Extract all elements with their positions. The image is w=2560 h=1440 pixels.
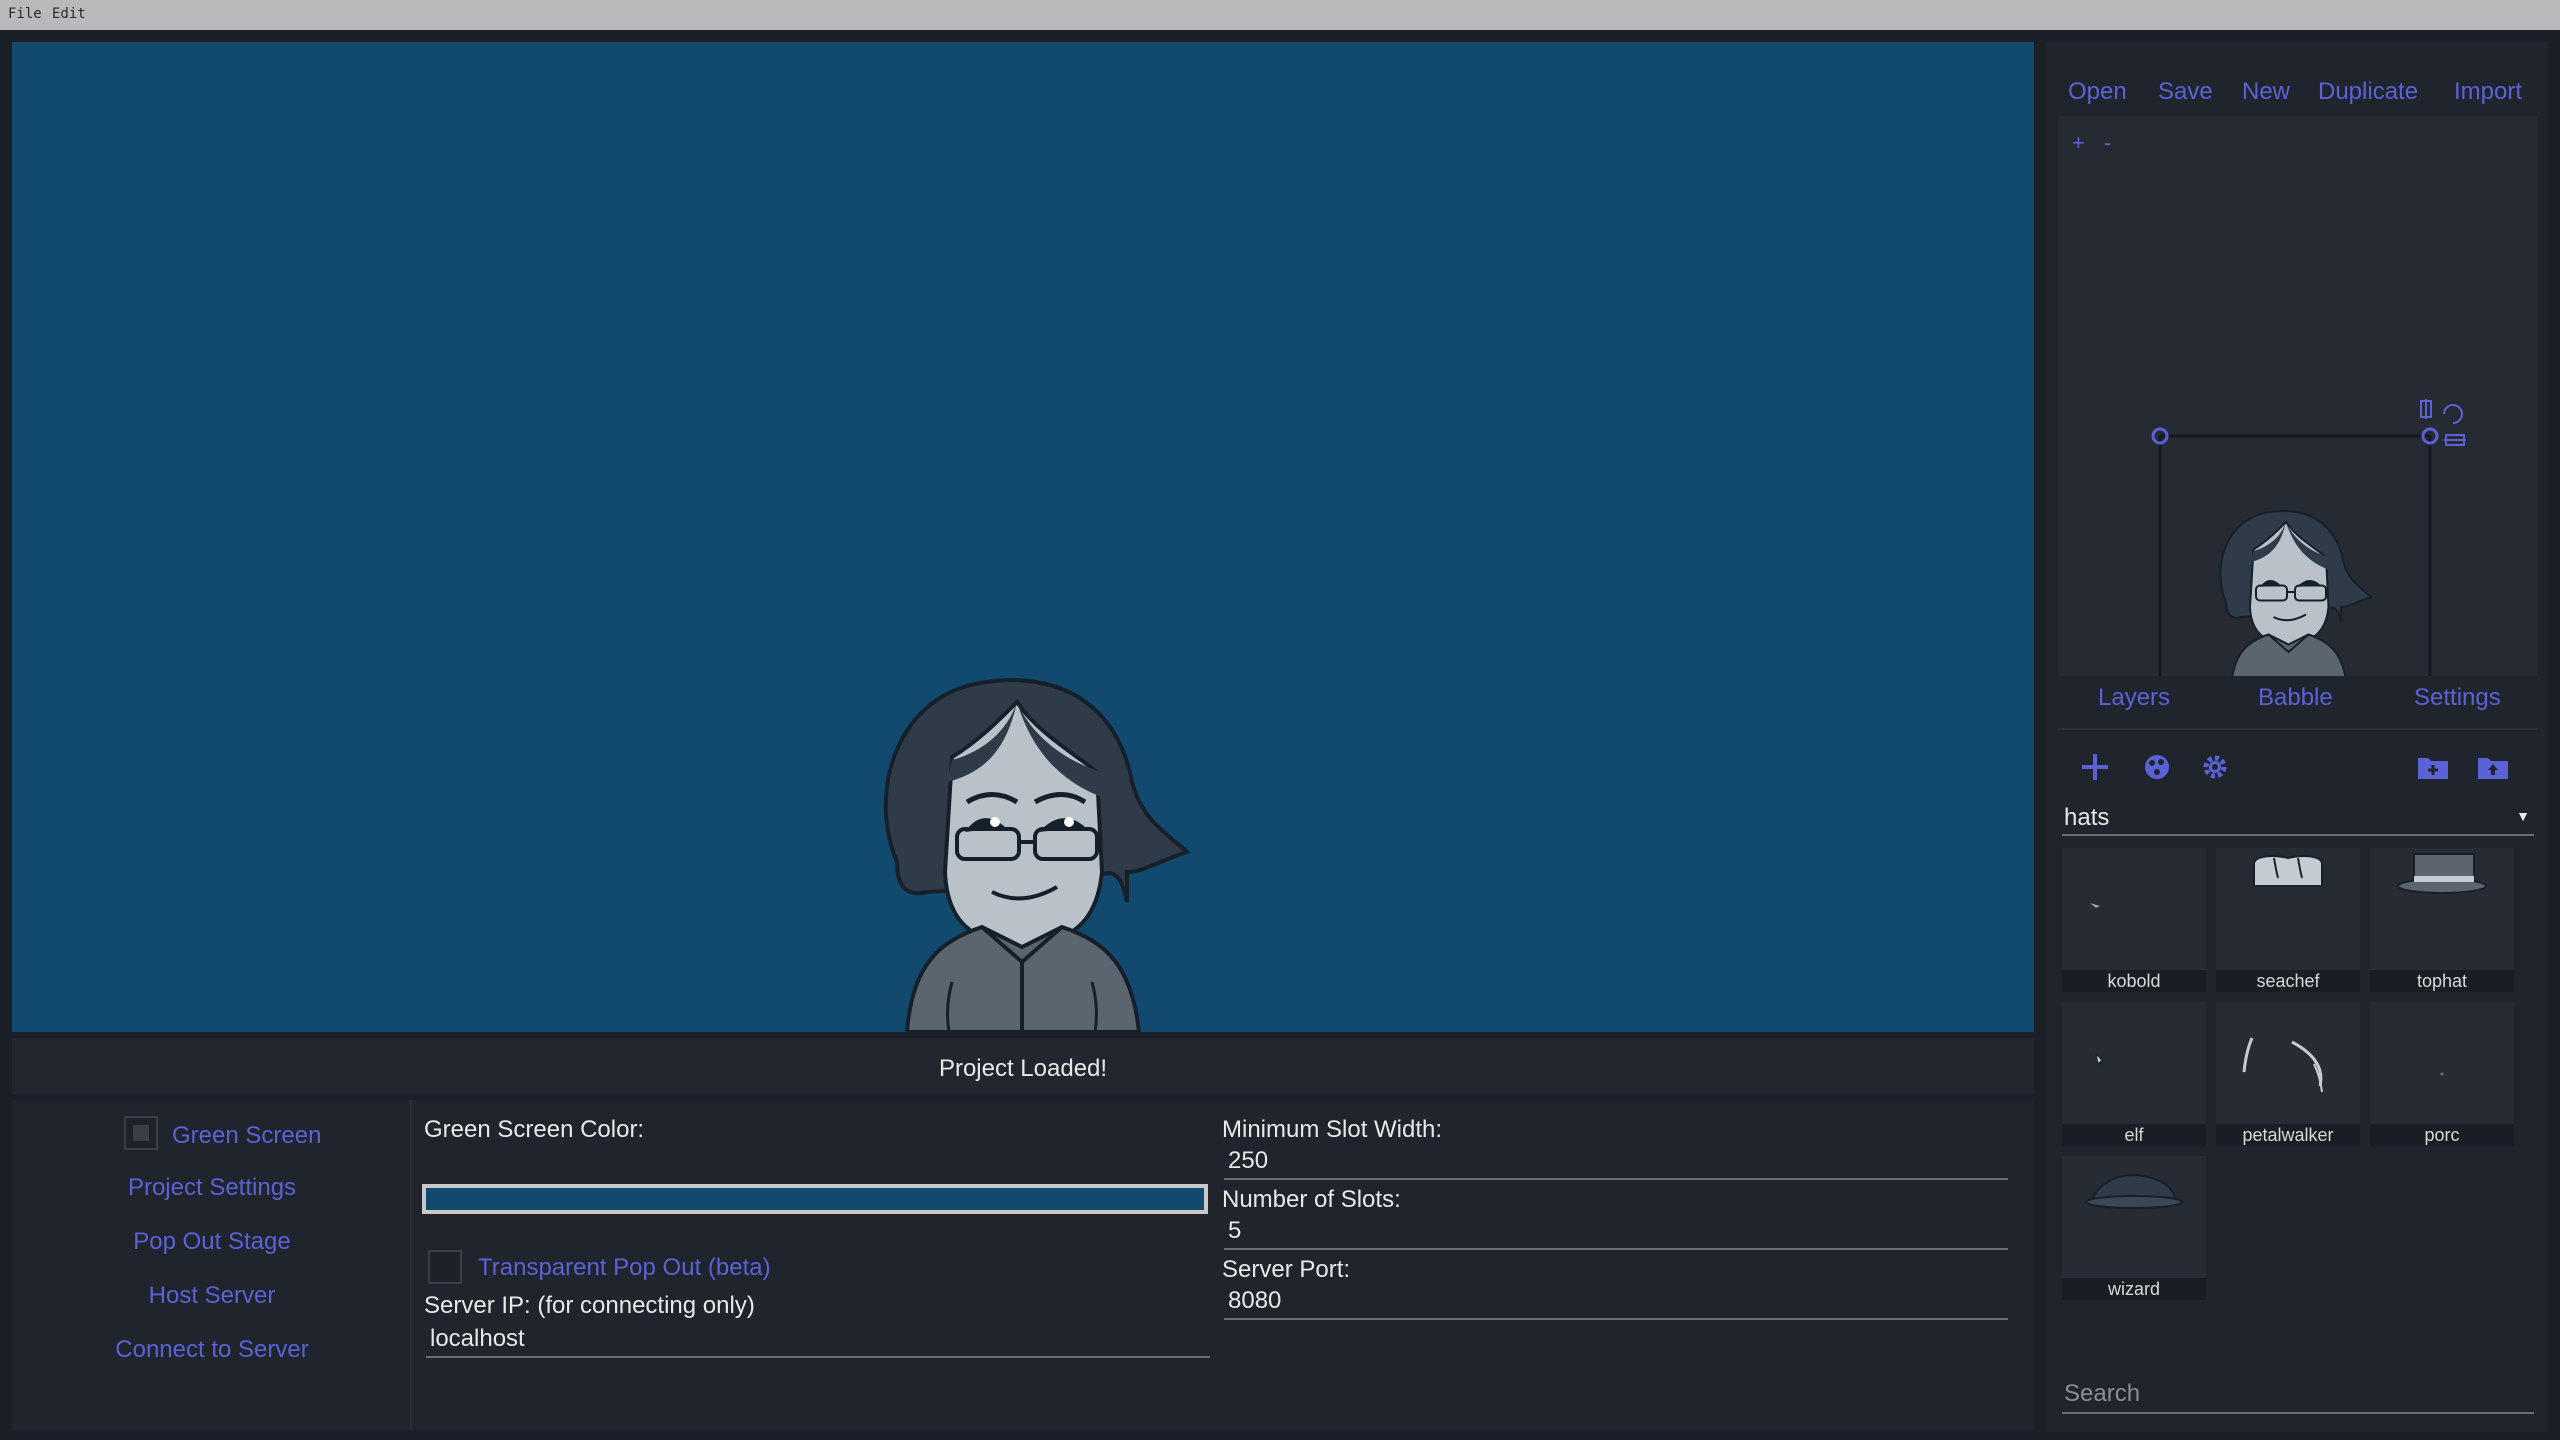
host-server-button[interactable]: Host Server [12, 1282, 412, 1310]
green-screen-color-label: Green Screen Color: [424, 1116, 645, 1143]
project-settings-button[interactable]: Project Settings [12, 1174, 412, 1202]
stage-canvas[interactable] [12, 42, 2034, 1032]
upload-folder-icon[interactable] [2476, 752, 2510, 782]
antenna-icon [2242, 1037, 2323, 1093]
asset-thumb-petalwalker[interactable]: petalwalker [2216, 1002, 2360, 1146]
wizard-hat-icon [2085, 1174, 2183, 1209]
rotate-icon [2443, 404, 2463, 424]
tab-babble[interactable]: Babble [2258, 684, 2333, 712]
import-button[interactable]: Import [2454, 78, 2522, 106]
asset-label: porc [2370, 1124, 2514, 1146]
category-value: hats [2064, 804, 2110, 831]
server-port-input[interactable]: 8080 [1224, 1284, 2008, 1320]
green-screen-toggle[interactable]: Green Screen [172, 1122, 321, 1150]
gear-icon[interactable] [2200, 752, 2230, 782]
app-window: Project Loaded! Green Screen Project Set… [0, 30, 2560, 1440]
transparent-pop-out-checkbox[interactable] [428, 1250, 462, 1284]
top-hat-icon [2397, 853, 2487, 894]
server-ip-label: Server IP: (for connecting only) [424, 1292, 755, 1319]
asset-thumb-tophat[interactable]: tophat [2370, 848, 2514, 992]
search-placeholder: Search [2064, 1380, 2141, 1407]
menu-edit[interactable]: Edit [52, 6, 86, 22]
preview-avatar [2219, 510, 2373, 676]
avatar-character [883, 678, 1191, 1032]
tab-divider [2058, 728, 2538, 730]
open-button[interactable]: Open [2068, 78, 2127, 106]
pop-out-stage-button[interactable]: Pop Out Stage [12, 1228, 412, 1256]
transparent-pop-out-label[interactable]: Transparent Pop Out (beta) [478, 1254, 771, 1282]
add-layer-icon[interactable] [2078, 750, 2112, 784]
porc-icon [2440, 1072, 2444, 1076]
tab-layers[interactable]: Layers [2098, 684, 2170, 712]
menu-bar: File Edit [0, 0, 2560, 30]
asset-label: wizard [2062, 1278, 2206, 1300]
green-screen-color-picker[interactable] [422, 1184, 1208, 1214]
server-port-label: Server Port: [1222, 1256, 1351, 1283]
number-of-slots-label: Number of Slots: [1222, 1186, 1401, 1213]
min-slot-width-label: Minimum Slot Width: [1222, 1116, 1443, 1143]
chevron-down-icon: ▼ [2516, 808, 2530, 824]
server-ip-input[interactable]: localhost [426, 1322, 1210, 1358]
connect-to-server-button[interactable]: Connect to Server [12, 1336, 412, 1364]
asset-label: petalwalker [2216, 1124, 2360, 1146]
stage-options-menu: Green Screen Project Settings Pop Out St… [12, 1100, 412, 1430]
layer-preview[interactable]: + - [2058, 116, 2538, 676]
kobold-hat-icon [2090, 903, 2100, 908]
elf-ear-icon [2095, 1052, 2103, 1066]
chef-hat-icon [2253, 855, 2323, 887]
asset-thumb-wizard[interactable]: wizard [2062, 1156, 2206, 1300]
new-button[interactable]: New [2242, 78, 2290, 106]
palette-icon[interactable] [2142, 752, 2172, 782]
save-button[interactable]: Save [2158, 78, 2213, 106]
asset-thumb-elf[interactable]: elf [2062, 1002, 2206, 1146]
green-screen-checkbox[interactable] [124, 1116, 158, 1150]
number-of-slots-input[interactable]: 5 [1224, 1214, 2008, 1250]
right-sidebar: Open Save New Duplicate Import + - Layer… [2046, 42, 2548, 1432]
menu-file[interactable]: File [8, 6, 42, 22]
duplicate-button[interactable]: Duplicate [2318, 78, 2418, 106]
asset-label: elf [2062, 1124, 2206, 1146]
asset-category-dropdown[interactable]: hats ▼ [2062, 800, 2534, 836]
min-slot-width-input[interactable]: 250 [1224, 1144, 2008, 1180]
asset-label: seachef [2216, 970, 2360, 992]
asset-search-input[interactable]: Search [2062, 1376, 2534, 1414]
preview-graphic [2151, 399, 2466, 676]
asset-label: tophat [2370, 970, 2514, 992]
status-text: Project Loaded! [938, 1055, 1108, 1082]
settings-panel: Green Screen Project Settings Pop Out St… [12, 1100, 2034, 1430]
tab-settings[interactable]: Settings [2414, 684, 2501, 712]
status-bar: Project Loaded! [12, 1038, 2034, 1094]
asset-label: kobold [2062, 970, 2206, 992]
asset-thumb-kobold[interactable]: kobold [2062, 848, 2206, 992]
asset-thumb-seachef[interactable]: seachef [2216, 848, 2360, 992]
new-folder-icon[interactable] [2416, 752, 2450, 782]
asset-thumb-porc[interactable]: porc [2370, 1002, 2514, 1146]
